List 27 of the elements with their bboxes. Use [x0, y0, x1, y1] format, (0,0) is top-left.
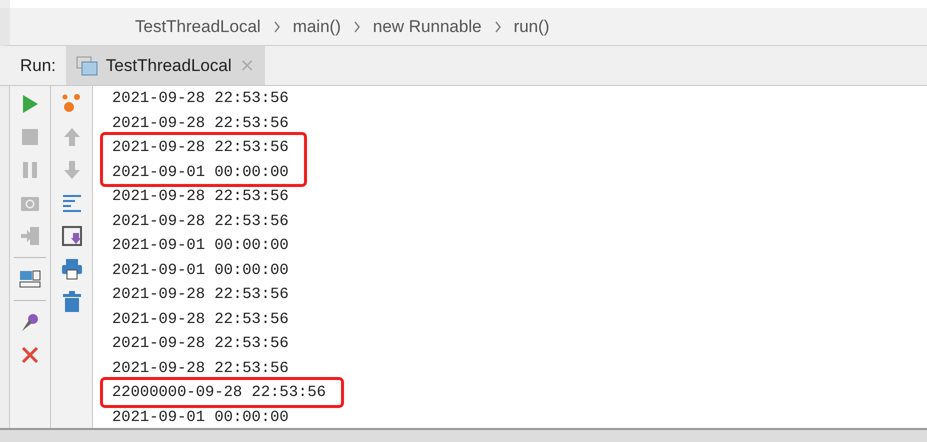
- console-line: 2021-09-01 00:00:00: [111, 235, 289, 256]
- console-line: 2021-09-28 22:53:56: [111, 112, 289, 134]
- window-icon: [76, 56, 98, 76]
- breadcrumb-item[interactable]: main(): [292, 16, 341, 36]
- chevron-icon: [272, 20, 281, 32]
- console-line: 22000000-09-28 22:53:56: [111, 382, 326, 403]
- console-line: 2021-09-28 22:53:56: [111, 358, 289, 378]
- console-line: 2021-09-28 22:53:56: [111, 284, 289, 305]
- console-line: 2021-09-01 00:00:00: [111, 260, 289, 280]
- console-line: 2021-09-28 22:53:56: [111, 137, 289, 158]
- run-label: Run:: [19, 56, 57, 76]
- console-line: 2021-09-28 22:53:56: [111, 308, 289, 330]
- console-line: 2021-09-28 22:53:56: [111, 186, 289, 207]
- console-line: 2021-09-01 00:00:00: [111, 406, 289, 428]
- console-line: 2021-09-28 22:53:56: [111, 88, 289, 109]
- breadcrumb-item[interactable]: run(): [514, 16, 550, 36]
- run-tab[interactable]: TestThreadLocal ×: [66, 46, 265, 85]
- console-line: 2021-09-28 22:53:56: [111, 333, 289, 354]
- chevron-icon: [352, 20, 361, 32]
- chevron-icon: [494, 20, 502, 32]
- console-line: 2021-09-28 22:53:56: [111, 210, 289, 232]
- console-line: 2021-09-01 00:00:00: [111, 162, 289, 182]
- tab-label: TestThreadLocal: [106, 56, 232, 76]
- scroll-end-icon[interactable]: [60, 224, 84, 248]
- breadcrumb-item[interactable]: new Runnable: [372, 16, 482, 36]
- print-icon[interactable]: [60, 257, 84, 281]
- breadcrumb-item[interactable]: TestThreadLocal: [135, 16, 261, 36]
